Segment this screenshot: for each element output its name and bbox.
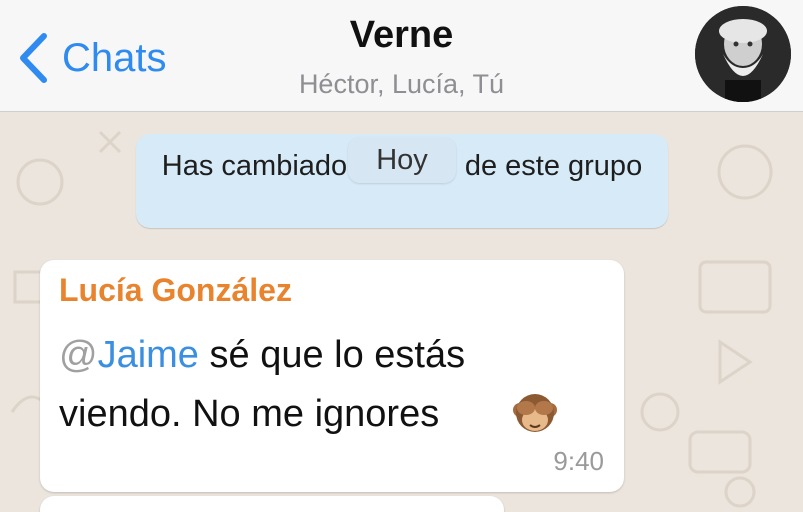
group-title[interactable]: Verne (0, 14, 803, 57)
message-time: 9:40 (553, 446, 604, 476)
next-message-bubble[interactable] (40, 496, 504, 512)
message-line-2: viendo. No me ignores (59, 393, 440, 435)
sender-name[interactable]: Lucía González (59, 272, 292, 309)
group-participants[interactable]: Héctor, Lucía, Tú (0, 69, 803, 100)
mention-link[interactable]: Jaime (98, 334, 199, 376)
message-bubble[interactable]: Lucía González @Jaime sé que lo estás vi… (40, 260, 624, 492)
chat-header: Chats Verne Héctor, Lucía, Tú (0, 0, 803, 112)
group-avatar[interactable] (695, 6, 791, 102)
message-line-1: @Jaime sé que lo estás (59, 334, 465, 377)
see-no-evil-monkey-icon (510, 388, 560, 443)
chat-area[interactable]: Has cambiado el ícono de este grupo Hoy … (0, 112, 803, 512)
message-text-1: sé que lo estás (198, 334, 466, 376)
mention-at-sign: @ (59, 334, 98, 376)
date-divider: Hoy (348, 137, 456, 183)
